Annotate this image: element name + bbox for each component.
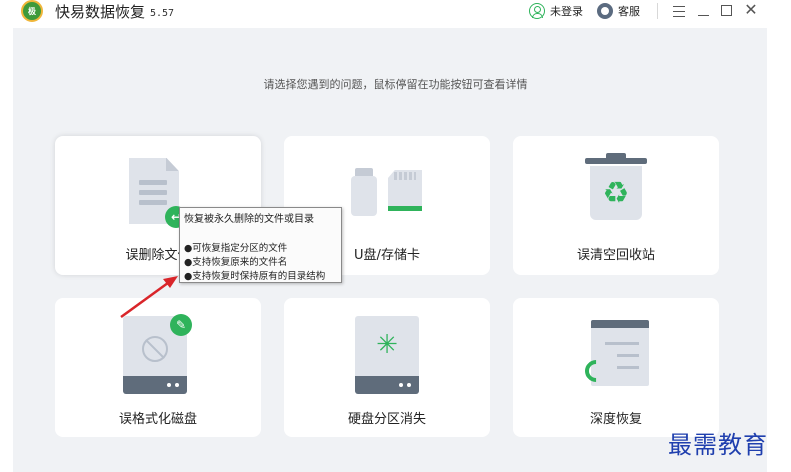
watermark-text: 最需教育 bbox=[668, 431, 768, 459]
annotation-arrow bbox=[120, 276, 178, 319]
